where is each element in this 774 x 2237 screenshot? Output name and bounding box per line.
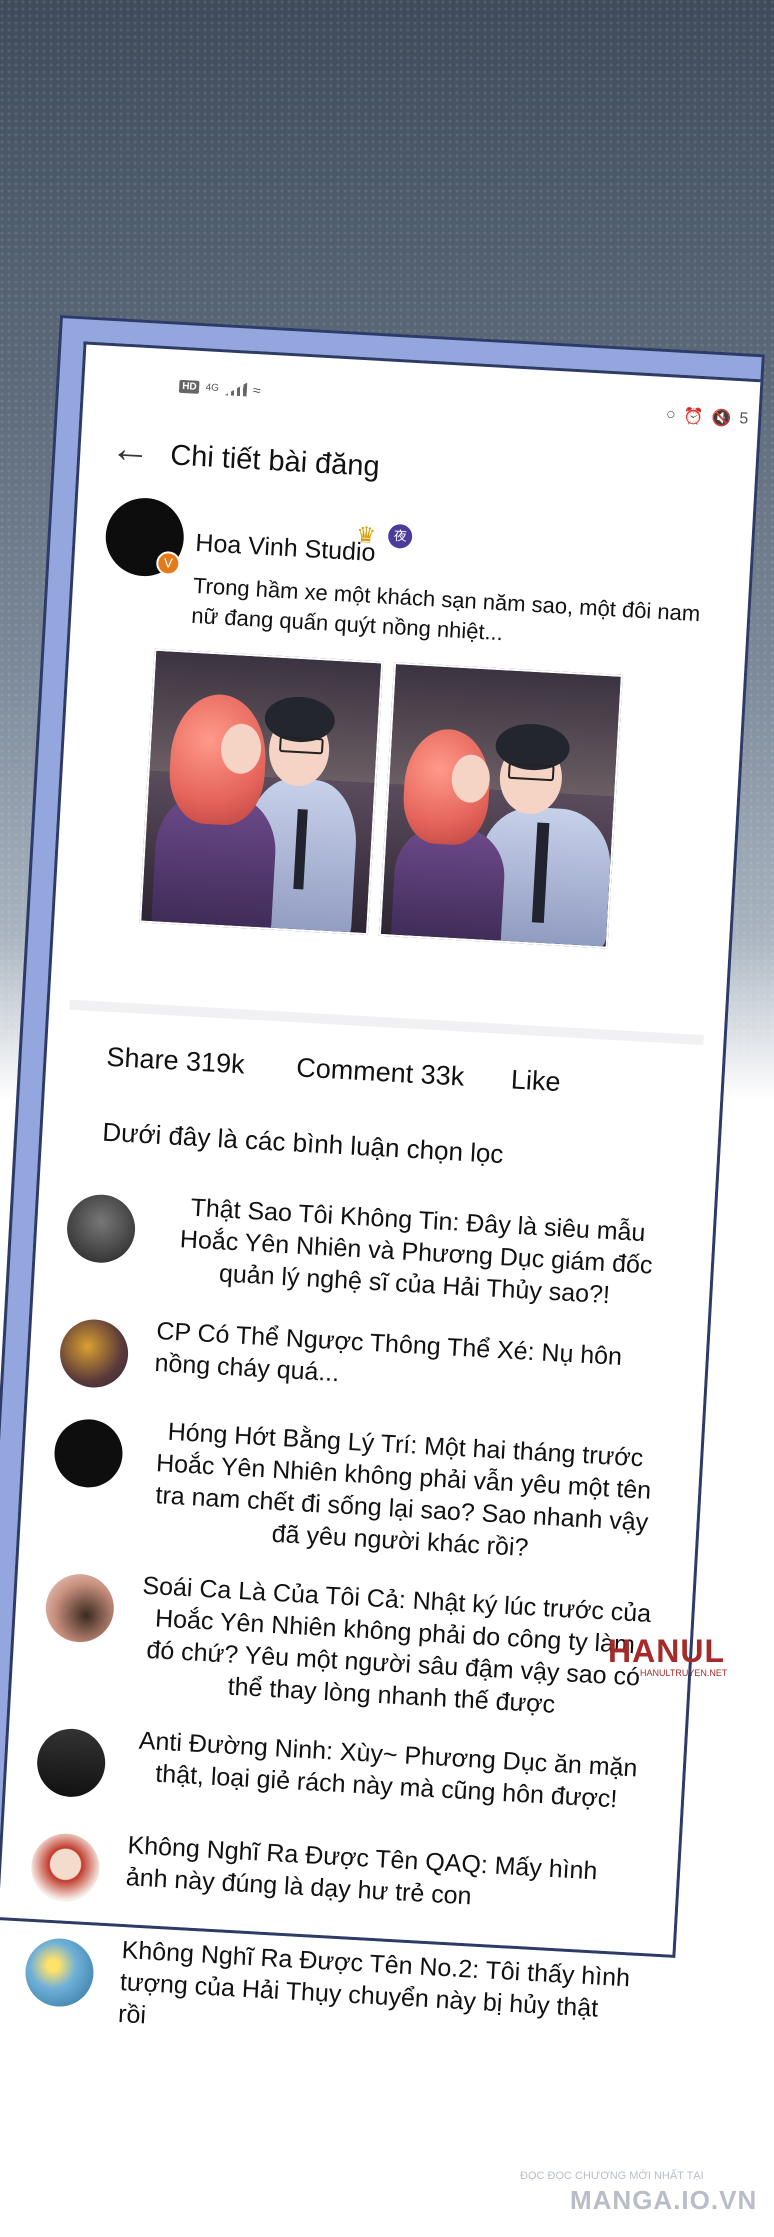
night-badge-icon: 夜	[387, 523, 413, 549]
wifi-icon: ≈	[252, 381, 262, 399]
back-arrow-icon[interactable]: ←	[109, 426, 151, 472]
headphone-icon: ○	[665, 405, 677, 424]
comment-text: Thật Sao Tôi Không Tin: Đây là siêu mẫu …	[179, 1193, 654, 1310]
share-button[interactable]: Share 319k	[106, 1042, 246, 1081]
comment-item: Soái Ca Là Của Tôi Cả: Nhật ký lúc trước…	[40, 1564, 682, 1749]
commenter-avatar[interactable]	[65, 1192, 137, 1265]
alarm-icon: ⏰	[683, 407, 704, 427]
author-name[interactable]: Hoa Vinh Studio	[195, 529, 377, 568]
divider	[69, 999, 704, 1046]
post-image-2[interactable]	[378, 662, 623, 949]
action-bar: Share 319k Comment 33k Like	[95, 1041, 681, 1114]
comment-button[interactable]: Comment 33k	[295, 1052, 465, 1092]
battery-text: 5	[738, 410, 749, 428]
network-label: 4G	[205, 381, 220, 394]
commenter-avatar[interactable]	[29, 1831, 102, 1904]
like-button[interactable]: Like	[510, 1064, 561, 1098]
commenter-avatar[interactable]	[23, 1936, 96, 2009]
commenter-avatar[interactable]	[35, 1727, 108, 1799]
top-bar: ← Chi tiết bài đăng	[99, 426, 736, 511]
post-text: Trong hầm xe một khách sạn năm sao, một …	[190, 572, 701, 646]
commenter-avatar[interactable]	[44, 1572, 116, 1644]
mute-icon: 🔇	[710, 409, 732, 428]
verified-icon: V	[155, 550, 181, 577]
comment-text: Soái Ca Là Của Tôi Cả: Nhật ký lúc trước…	[141, 1571, 652, 1719]
crown-icon: ♛	[355, 521, 377, 548]
post-image-1[interactable]	[139, 648, 384, 936]
section-label: Dưới đây là các bình luận chọn lọc	[101, 1116, 505, 1170]
footer-tagline: ĐỌC ĐỌC CHƯƠNG MỚI NHẤT TẠI	[520, 2170, 704, 2182]
commenter-avatar[interactable]	[52, 1417, 125, 1490]
footer-site: MANGA.IO.VN	[570, 2185, 758, 2215]
commenter-avatar[interactable]	[58, 1317, 130, 1390]
status-bar: HD 4G ≈ ○ ⏰ 🔇 5	[178, 378, 749, 440]
page-title: Chi tiết bài đăng	[169, 439, 381, 484]
watermark-url: HANULTRUYEN.NET	[640, 1668, 728, 1678]
comment-text: Hóng Hớt Bằng Lý Trí: Một hai tháng trướ…	[154, 1417, 652, 1563]
comment-item: Hóng Hớt Bằng Lý Trí: Một hai tháng trướ…	[49, 1410, 691, 1595]
hd-badge: HD	[178, 379, 201, 394]
signal-icon	[225, 381, 248, 396]
watermark-logo: HANUL	[608, 1633, 725, 1669]
phone-screen: HD 4G ≈ ○ ⏰ 🔇 5 ← Chi tiết bài đăng V Ho…	[0, 341, 761, 2029]
phone-frame: HD 4G ≈ ○ ⏰ 🔇 5 ← Chi tiết bài đăng V Ho…	[0, 315, 765, 2029]
